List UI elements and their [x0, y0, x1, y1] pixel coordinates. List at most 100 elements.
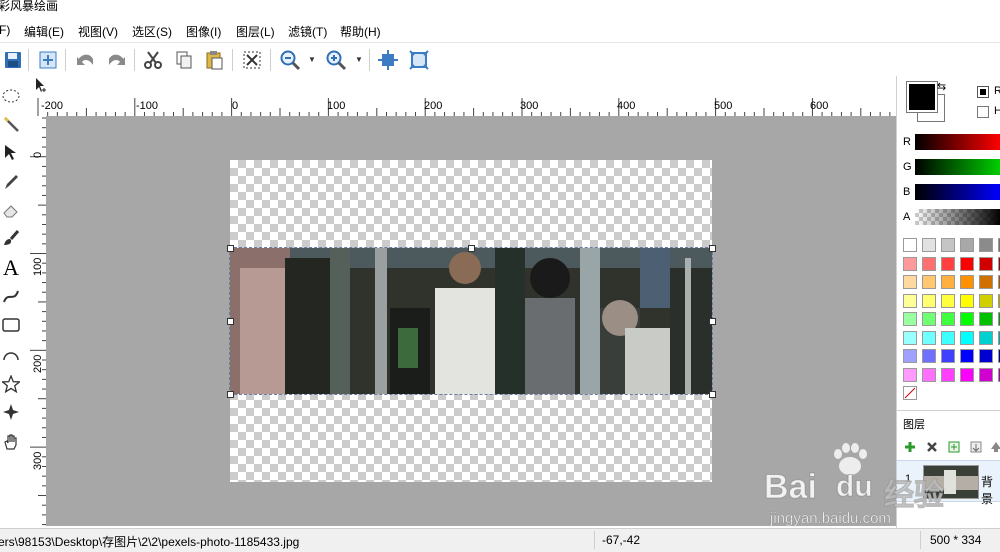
menu-help[interactable]: 帮助(H): [340, 23, 381, 40]
resize-handle[interactable]: [709, 318, 716, 325]
palette-swatch[interactable]: [941, 275, 955, 289]
palette-swatch[interactable]: [960, 330, 974, 345]
resize-handle[interactable]: [227, 391, 234, 398]
zoom-in-dropdown-icon[interactable]: ▼: [355, 55, 363, 64]
resize-handle[interactable]: [227, 245, 234, 252]
palette-swatch[interactable]: [903, 367, 917, 382]
alpha-slider[interactable]: [915, 209, 1000, 225]
green-slider[interactable]: [915, 159, 1000, 175]
eraser-icon[interactable]: [0, 198, 22, 222]
redo-icon[interactable]: [104, 47, 130, 73]
delete-layer-icon[interactable]: [925, 440, 939, 454]
palette-swatch[interactable]: [922, 330, 936, 345]
palette-swatch[interactable]: [960, 349, 974, 363]
palette-swatch[interactable]: [903, 256, 917, 271]
palette-swatch[interactable]: [960, 256, 974, 271]
pasted-photo-selection[interactable]: [229, 247, 713, 395]
menu-edit[interactable]: 编辑(E): [24, 23, 64, 40]
new-layer-icon[interactable]: [35, 47, 61, 73]
resize-handle[interactable]: [709, 245, 716, 252]
palette-swatch[interactable]: [979, 330, 993, 345]
zoom-out-dropdown-icon[interactable]: ▼: [308, 55, 316, 64]
palette-swatch[interactable]: [903, 238, 917, 252]
primary-color-swatch[interactable]: [906, 81, 938, 113]
brush-icon[interactable]: [0, 226, 22, 250]
resize-handle[interactable]: [709, 391, 716, 398]
palette-swatch[interactable]: [960, 275, 974, 289]
palette-swatch[interactable]: [922, 312, 936, 326]
palette-swatch[interactable]: [903, 275, 917, 289]
transparent-swatch[interactable]: [903, 386, 917, 400]
pencil-icon[interactable]: [0, 170, 22, 194]
menu-file[interactable]: F): [0, 23, 10, 37]
palette-swatch[interactable]: [941, 312, 955, 326]
minimize-button[interactable]: —: [942, 0, 956, 6]
palette-swatch[interactable]: [960, 238, 974, 252]
blue-slider[interactable]: [915, 184, 1000, 200]
red-slider[interactable]: [915, 134, 1000, 150]
canvas-area[interactable]: [46, 116, 896, 526]
palette-swatch[interactable]: [903, 312, 917, 326]
actual-size-icon[interactable]: [406, 47, 432, 73]
menu-filter[interactable]: 滤镜(T): [288, 23, 327, 40]
palette-swatch[interactable]: [941, 367, 955, 382]
palette-swatch[interactable]: [903, 293, 917, 308]
cut-icon[interactable]: [140, 47, 166, 73]
palette-swatch[interactable]: [960, 367, 974, 382]
layer-row[interactable]: 1 背景: [897, 460, 1000, 506]
merge-down-icon[interactable]: [969, 440, 983, 454]
palette-swatch[interactable]: [979, 312, 993, 326]
palette-swatch[interactable]: [903, 330, 917, 345]
move-selection-icon[interactable]: [0, 140, 22, 164]
palette-swatch[interactable]: [941, 349, 955, 363]
palette-swatch[interactable]: [903, 349, 917, 363]
add-layer-icon[interactable]: [903, 440, 917, 454]
star-icon[interactable]: [0, 372, 22, 396]
undo-icon[interactable]: [72, 47, 98, 73]
palette-swatch[interactable]: [941, 293, 955, 308]
curve-icon[interactable]: [0, 284, 22, 308]
palette-swatch[interactable]: [979, 275, 993, 289]
palette-swatch[interactable]: [922, 275, 936, 289]
paste-icon[interactable]: [201, 47, 227, 73]
move-up-icon[interactable]: [989, 440, 1000, 454]
menu-view[interactable]: 视图(V): [78, 23, 118, 40]
sparkle-icon[interactable]: [0, 400, 22, 424]
layer-visibility-icon[interactable]: 1: [905, 473, 911, 485]
zoom-out-icon[interactable]: [277, 47, 303, 73]
palette-swatch[interactable]: [941, 238, 955, 252]
mode-r-radio[interactable]: [977, 86, 989, 98]
mode-h-radio[interactable]: [977, 106, 989, 118]
hand-icon[interactable]: [0, 430, 22, 454]
duplicate-layer-icon[interactable]: [947, 440, 961, 454]
swap-colors-icon[interactable]: ⇆: [937, 80, 946, 93]
palette-swatch[interactable]: [922, 256, 936, 271]
crop-select-icon[interactable]: [239, 47, 265, 73]
palette-swatch[interactable]: [941, 330, 955, 345]
palette-swatch[interactable]: [979, 293, 993, 308]
ellipse-icon[interactable]: [0, 342, 22, 366]
text-icon[interactable]: A: [0, 256, 22, 280]
menu-layer[interactable]: 图层(L): [236, 23, 275, 40]
palette-swatch[interactable]: [960, 293, 974, 308]
palette-swatch[interactable]: [922, 349, 936, 363]
palette-swatch[interactable]: [979, 349, 993, 363]
palette-swatch[interactable]: [922, 238, 936, 252]
magic-wand-icon[interactable]: [0, 112, 22, 136]
save-icon[interactable]: [0, 47, 26, 73]
palette-swatch[interactable]: [941, 256, 955, 271]
zoom-in-icon[interactable]: [323, 47, 349, 73]
rectangle-icon[interactable]: [0, 313, 22, 337]
palette-swatch[interactable]: [922, 293, 936, 308]
copy-icon[interactable]: [171, 47, 197, 73]
ellipse-select-icon[interactable]: [0, 84, 22, 108]
menu-image[interactable]: 图像(I): [186, 23, 221, 40]
palette-swatch[interactable]: [960, 312, 974, 326]
palette-swatch[interactable]: [979, 238, 993, 252]
menu-select[interactable]: 选区(S): [132, 23, 172, 40]
fit-window-icon[interactable]: [375, 47, 401, 73]
palette-swatch[interactable]: [979, 367, 993, 382]
palette-swatch[interactable]: [922, 367, 936, 382]
resize-handle[interactable]: [468, 245, 475, 252]
palette-swatch[interactable]: [979, 256, 993, 271]
